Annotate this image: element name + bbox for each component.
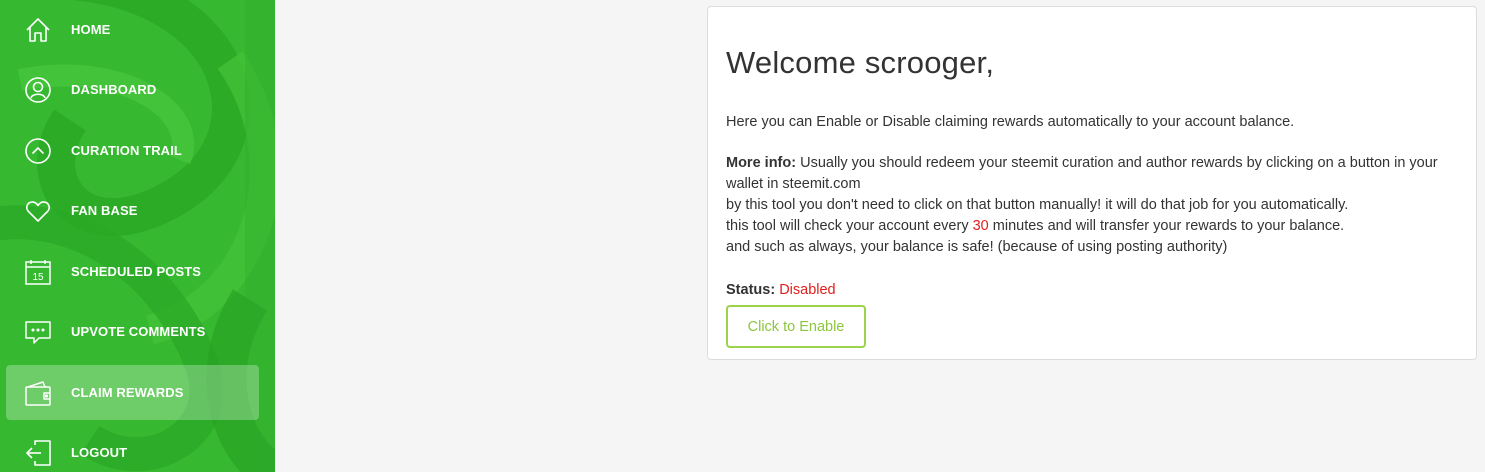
sidebar-item-curation-trail[interactable]: CURATION TRAIL	[6, 123, 259, 178]
page-title: Welcome scrooger,	[726, 45, 995, 80]
status-label: Status:	[726, 282, 776, 298]
sidebar-item-scheduled-posts[interactable]: 15 SCHEDULED POSTS	[6, 244, 259, 299]
sidebar-item-claim-rewards[interactable]: CLAIM REWARDS	[6, 365, 259, 420]
check-interval-minutes: 30	[972, 218, 989, 234]
sidebar-item-home[interactable]: HOME	[6, 2, 259, 57]
svg-text:15: 15	[32, 272, 44, 283]
sidebar-item-dashboard[interactable]: DASHBOARD	[6, 62, 259, 117]
enable-button[interactable]: Click to Enable	[726, 305, 866, 348]
sidebar-item-logout[interactable]: LOGOUT	[6, 425, 259, 472]
sidebar-item-fan-base[interactable]: FAN BASE	[6, 183, 259, 238]
sidebar-item-label: CLAIM REWARDS	[71, 385, 184, 400]
more-info-line-3-post: minutes and will transfer your rewards t…	[988, 218, 1345, 234]
intro-text: Here you can Enable or Disable claiming …	[726, 114, 1295, 130]
user-icon	[24, 76, 52, 104]
wallet-icon	[24, 379, 52, 407]
more-info-line-1: Usually you should redeem your steemit c…	[726, 155, 1438, 192]
home-icon	[24, 16, 52, 44]
more-info-line-3-pre: this tool will check your account every	[726, 218, 973, 234]
sidebar-item-label: UPVOTE COMMENTS	[71, 324, 206, 339]
more-info-label: More info:	[726, 155, 797, 171]
sidebar-item-label: FAN BASE	[71, 203, 138, 218]
heart-icon	[24, 197, 52, 225]
sidebar-item-label: LOGOUT	[71, 445, 128, 460]
more-info-section: More info: Usually you should redeem you…	[726, 153, 1456, 258]
comment-icon	[24, 318, 52, 346]
sidebar-item-upvote-comments[interactable]: UPVOTE COMMENTS	[6, 304, 259, 359]
more-info-line-4: and such as always, your balance is safe…	[726, 239, 1228, 255]
logout-icon	[24, 439, 52, 467]
sidebar: HOME DASHBOARD CURATION TRAIL FAN BASE 1…	[0, 0, 275, 472]
status-value: Disabled	[779, 282, 836, 298]
sidebar-item-label: CURATION TRAIL	[71, 143, 182, 158]
claim-rewards-card: Welcome scrooger, Here you can Enable or…	[707, 6, 1477, 360]
more-info-line-2: by this tool you don't need to click on …	[726, 197, 1349, 213]
chevron-up-icon	[24, 137, 52, 165]
status-row: Status: Disabled	[726, 280, 1456, 301]
sidebar-item-label: HOME	[71, 22, 111, 37]
sidebar-item-label: SCHEDULED POSTS	[71, 264, 202, 279]
calendar-icon: 15	[24, 258, 52, 286]
sidebar-item-label: DASHBOARD	[71, 82, 157, 97]
